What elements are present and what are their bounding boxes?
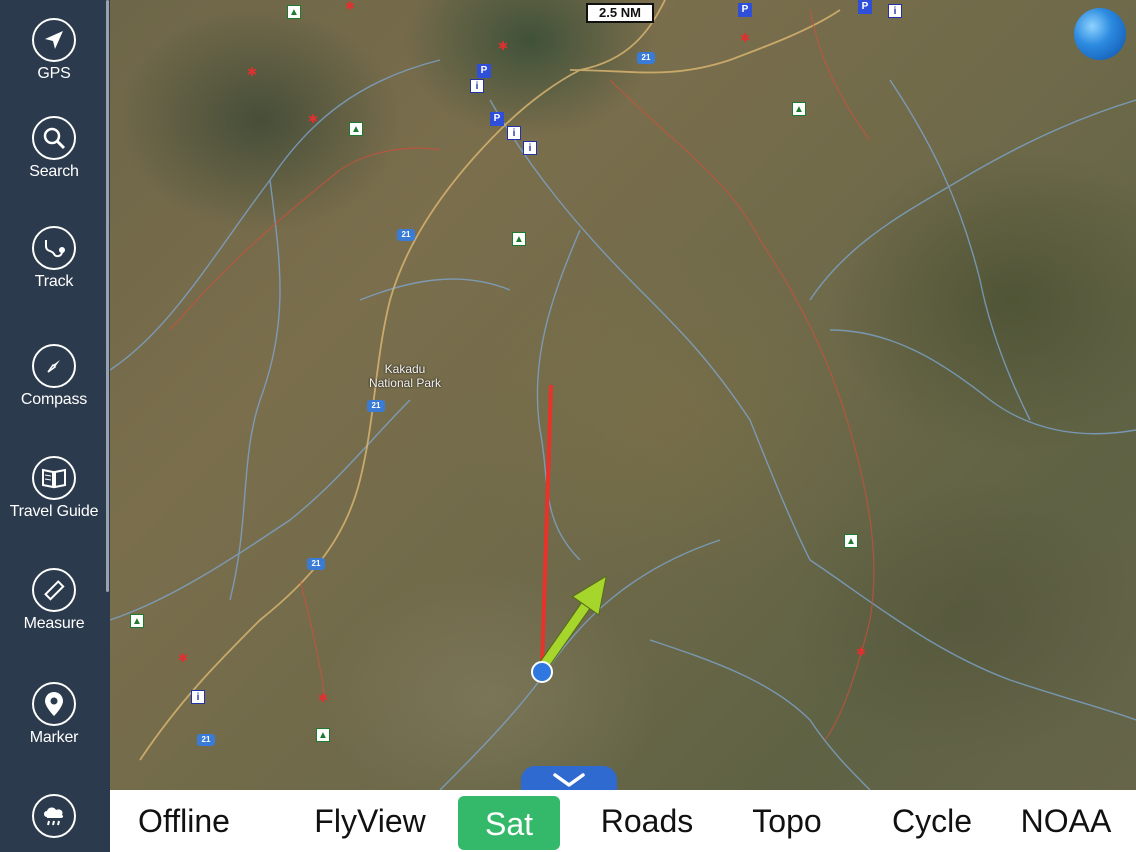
tab-noaa[interactable]: NOAA [1014, 790, 1118, 852]
sidebar-item-travel-guide[interactable]: Travel Guide [0, 456, 108, 521]
sidebar: GPS Search Track Compass Travel Guide Me… [0, 0, 110, 852]
parking-marker-icon[interactable]: P [490, 112, 504, 126]
highway-21-label: 21 [307, 558, 325, 570]
info-marker-icon[interactable]: i [191, 690, 205, 704]
waypoint-star-icon[interactable]: ✱ [345, 0, 355, 12]
waypoint-star-icon[interactable]: ✱ [740, 32, 750, 44]
weather-cloud-icon [32, 794, 76, 838]
info-marker-icon[interactable]: i [523, 141, 537, 155]
map-pin-icon [32, 682, 76, 726]
campsite-icon[interactable]: ▲ [349, 122, 363, 136]
sidebar-item-measure[interactable]: Measure [0, 568, 108, 633]
scale-bar: 2.5 NM [586, 3, 654, 23]
campsite-icon[interactable]: ▲ [844, 534, 858, 548]
tab-sat[interactable]: Sat [458, 796, 560, 850]
info-marker-icon[interactable]: i [888, 4, 902, 18]
sidebar-item-gps[interactable]: GPS [0, 18, 108, 83]
sidebar-item-marker[interactable]: Marker [0, 682, 108, 747]
sidebar-item-weather[interactable] [0, 794, 108, 838]
waypoint-star-icon[interactable]: ✱ [856, 646, 866, 658]
waypoint-star-icon[interactable]: ✱ [247, 66, 257, 78]
parking-marker-icon[interactable]: P [477, 64, 491, 78]
chevron-down-icon [553, 773, 585, 787]
campsite-icon[interactable]: ▲ [792, 102, 806, 116]
route-line [540, 384, 553, 669]
map-overlay [110, 0, 1136, 790]
ruler-icon [32, 568, 76, 612]
highway-21-label: 21 [397, 229, 415, 241]
globe-icon[interactable] [1074, 8, 1126, 60]
navigation-arrow-icon [32, 18, 76, 62]
tab-topo[interactable]: Topo [740, 790, 834, 852]
highway-21-label: 21 [197, 734, 215, 746]
campsite-icon[interactable]: ▲ [512, 232, 526, 246]
compass-icon [32, 344, 76, 388]
parking-marker-icon[interactable]: P [738, 3, 752, 17]
tab-flyview[interactable]: FlyView [302, 790, 438, 852]
highway-21-label: 21 [637, 52, 655, 64]
highway-21-label: 21 [367, 400, 385, 412]
waypoint-star-icon[interactable]: ✱ [498, 40, 508, 52]
tab-offline[interactable]: Offline [124, 790, 244, 852]
satellite-map[interactable]: 21 21 21 21 21 ▲ ▲ ▲ ▲ ▲ ▲ ▲ i i i i i P… [110, 0, 1136, 790]
magnifier-icon [32, 116, 76, 160]
sidebar-item-search[interactable]: Search [0, 116, 108, 181]
current-location-dot [531, 661, 553, 683]
info-marker-icon[interactable]: i [507, 126, 521, 140]
waypoint-star-icon[interactable]: ✱ [178, 652, 188, 664]
sidebar-item-compass[interactable]: Compass [0, 344, 108, 409]
rivers [110, 59, 1136, 790]
campsite-icon[interactable]: ▲ [287, 5, 301, 19]
parking-marker-icon[interactable]: P [858, 0, 872, 14]
track-icon [32, 226, 76, 270]
sidebar-scrollbar[interactable] [106, 0, 109, 592]
waypoint-star-icon[interactable]: ✱ [308, 113, 318, 125]
waypoint-star-icon[interactable]: ✱ [318, 692, 328, 704]
book-icon [32, 456, 76, 500]
map-layer-tabs: Offline FlyView Sat Roads Topo Cycle NOA… [110, 790, 1136, 852]
sidebar-item-track[interactable]: Track [0, 226, 108, 291]
info-marker-icon[interactable]: i [470, 79, 484, 93]
park-label: Kakadu National Park [368, 362, 442, 390]
tab-roads[interactable]: Roads [590, 790, 704, 852]
campsite-icon[interactable]: ▲ [130, 614, 144, 628]
campsite-icon[interactable]: ▲ [316, 728, 330, 742]
trails [169, 9, 875, 741]
tab-cycle[interactable]: Cycle [882, 790, 982, 852]
